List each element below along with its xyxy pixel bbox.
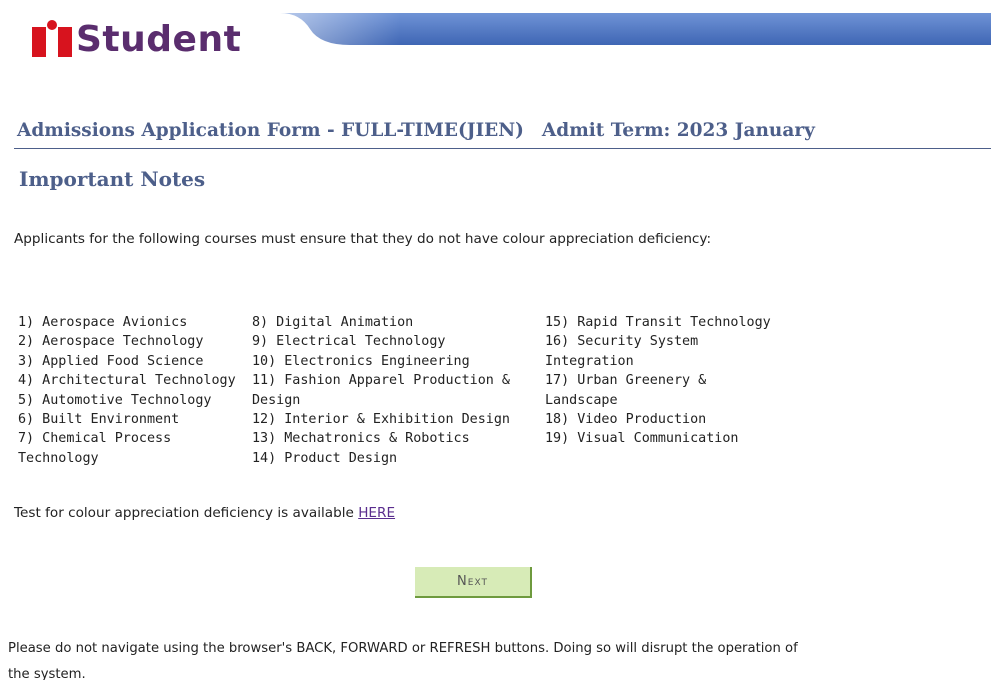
list-item: 19) Visual Communication [545,431,739,447]
notes-intro: Applicants for the following courses mus… [14,231,712,247]
list-item: 15) Rapid Transit Technology [545,315,771,330]
course-list-column-3: 15) Rapid Transit Technology 16) Securit… [545,313,785,449]
list-item: 16) Security System Integration [545,334,699,369]
list-item: 14) Product Design [252,450,398,466]
colour-test-link[interactable]: HERE [358,505,395,521]
colour-test-text: Test for colour appreciation deficiency … [14,505,359,521]
list-item: 6) Built Environment [18,412,180,428]
admissions-page: Student Admissions Application Form - FU… [0,0,991,680]
logo-text: Student [76,18,242,60]
form-title: Admissions Application Form - FULL-TIME(… [17,120,524,141]
header-banner [280,13,991,45]
student-logo: Student [32,12,241,66]
notes-heading: Important Notes [19,167,206,191]
title-divider [14,148,991,149]
course-list-column-1: 1) Aerospace Avionics 2) Aerospace Techn… [18,313,243,468]
list-item: 12) Interior & Exhibition Design [252,412,510,428]
admit-term: Admit Term: 2023 January [541,120,815,141]
list-item: 7) Chemical Process Technology [18,431,172,466]
course-list-column-2: 8) Digital Animation 9) Electrical Techn… [252,313,532,468]
list-item: 10) Electronics Engineering [252,353,470,369]
list-item: 8) Digital Animation [252,315,414,330]
list-item: 3) Applied Food Science [18,353,204,369]
list-item: 5) Automotive Technology [18,392,212,408]
list-item: 17) Urban Greenery & Landscape [545,373,707,408]
navigation-warning: Please do not navigate using the browser… [8,641,798,680]
list-item: 2) Aerospace Technology [18,334,204,350]
list-item: 1) Aerospace Avionics [18,315,188,330]
list-item: 4) Architectural Technology [18,373,236,389]
student-person-icon [32,20,72,57]
list-item: 13) Mechatronics & Robotics [252,431,470,447]
page-title: Admissions Application Form - FULL-TIME(… [17,120,815,141]
next-button[interactable]: Next [415,567,532,598]
colour-test-note: Test for colour appreciation deficiency … [14,505,395,521]
list-item: 9) Electrical Technology [252,334,446,350]
list-item: 18) Video Production [545,412,707,428]
list-item: 11) Fashion Apparel Production & Design [252,373,510,408]
